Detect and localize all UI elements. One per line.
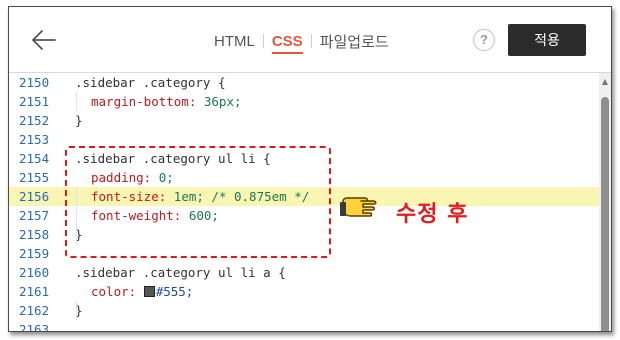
tab-divider bbox=[310, 34, 312, 48]
css-property: color: bbox=[91, 284, 137, 299]
line-number: 2159 bbox=[19, 246, 50, 261]
code-line[interactable]: 2160 .sidebar .category ul li a { bbox=[9, 263, 599, 282]
css-property: padding: bbox=[91, 170, 152, 185]
css-property: font-size: bbox=[91, 189, 167, 204]
code-line[interactable]: 2155 padding: 0; bbox=[9, 168, 599, 187]
editor-window: HTML CSS 파일업로드 ? 적용 2163 2162} 2161 color: … bbox=[8, 6, 612, 332]
editor-tabs: HTML CSS 파일업로드 bbox=[214, 31, 389, 54]
line-number: 2156 bbox=[19, 189, 50, 204]
color-swatch-icon[interactable] bbox=[143, 286, 155, 297]
css-value: 36px; bbox=[196, 94, 242, 109]
tab-divider bbox=[262, 34, 264, 48]
css-property: font-weight: bbox=[91, 208, 182, 223]
css-property: margin-bottom: bbox=[91, 94, 197, 109]
pointing-hand-icon bbox=[340, 197, 377, 217]
code-line[interactable]: 2159 bbox=[9, 244, 599, 263]
code-text: .sidebar .category { bbox=[75, 75, 226, 90]
code-editor[interactable]: 2163 2162} 2161 color: #555; 2160 .sidebar .c… bbox=[9, 73, 599, 332]
css-value: 1em; bbox=[166, 189, 204, 204]
code-text: } bbox=[75, 113, 83, 128]
css-value: 0; bbox=[151, 170, 174, 185]
code-line[interactable]: 2154 .sidebar .category ul li { bbox=[9, 149, 599, 168]
code-line[interactable]: 2158} bbox=[9, 225, 599, 244]
code-text: margin-bottom: 36px; bbox=[91, 92, 242, 111]
code-text: font-size: 1em; /* 0.875em */ bbox=[91, 187, 309, 206]
code-text: .sidebar .category ul li { bbox=[75, 151, 271, 166]
annotation-label: 수정 후 bbox=[396, 202, 469, 227]
scroll-thumb[interactable] bbox=[601, 97, 609, 331]
css-value: #555; bbox=[155, 284, 194, 299]
code-line[interactable]: 2151 margin-bottom: 36px; bbox=[9, 92, 599, 111]
indent-guide bbox=[76, 92, 77, 111]
indent-guide bbox=[76, 187, 77, 244]
scroll-up-icon[interactable]: ▲ bbox=[599, 77, 611, 87]
line-number: 2158 bbox=[19, 227, 50, 242]
indent-guide bbox=[76, 301, 77, 320]
vertical-scrollbar[interactable]: ▲ bbox=[599, 73, 611, 331]
code-line[interactable]: 2163 bbox=[9, 320, 599, 332]
line-number: 2151 bbox=[19, 94, 50, 109]
code-text: .sidebar .category ul li a { bbox=[75, 265, 286, 280]
line-number: 2162 bbox=[19, 303, 50, 318]
tab-css[interactable]: CSS bbox=[271, 33, 303, 54]
line-number: 2154 bbox=[19, 151, 50, 166]
line-number: 2157 bbox=[19, 208, 50, 223]
code-line[interactable]: 2161 color: #555; bbox=[9, 282, 599, 301]
code-text: color: #555; bbox=[91, 282, 193, 301]
code-line[interactable]: 2152} bbox=[9, 111, 599, 130]
apply-button[interactable]: 적용 bbox=[508, 24, 586, 56]
code-line[interactable]: 2156 font-size: 1em; /* 0.875em */ bbox=[9, 187, 599, 206]
line-number: 2153 bbox=[19, 132, 50, 147]
line-number: 2152 bbox=[19, 113, 50, 128]
code-text: font-weight: 600; bbox=[91, 206, 219, 225]
code-line[interactable]: 2150 .sidebar .category { bbox=[9, 73, 599, 92]
code-line[interactable]: 2162} bbox=[9, 301, 599, 320]
line-number: 2160 bbox=[19, 265, 50, 280]
css-comment: /* 0.875em */ bbox=[203, 189, 310, 204]
css-value: 600; bbox=[181, 208, 219, 223]
line-number: 2161 bbox=[19, 284, 50, 299]
code-line[interactable]: 2157 font-weight: 600; bbox=[9, 206, 599, 225]
code-line[interactable]: 2153 bbox=[9, 130, 599, 149]
code-text: padding: 0; bbox=[91, 168, 174, 187]
tab-file-upload[interactable]: 파일업로드 bbox=[320, 31, 389, 52]
line-number: 2163 bbox=[19, 322, 50, 332]
line-number: 2150 bbox=[19, 75, 50, 90]
line-number: 2155 bbox=[19, 170, 50, 185]
help-icon[interactable]: ? bbox=[473, 29, 495, 51]
back-arrow-icon[interactable] bbox=[29, 25, 59, 55]
editor-header: HTML CSS 파일업로드 ? 적용 bbox=[9, 7, 611, 73]
tab-html[interactable]: HTML bbox=[214, 33, 255, 50]
